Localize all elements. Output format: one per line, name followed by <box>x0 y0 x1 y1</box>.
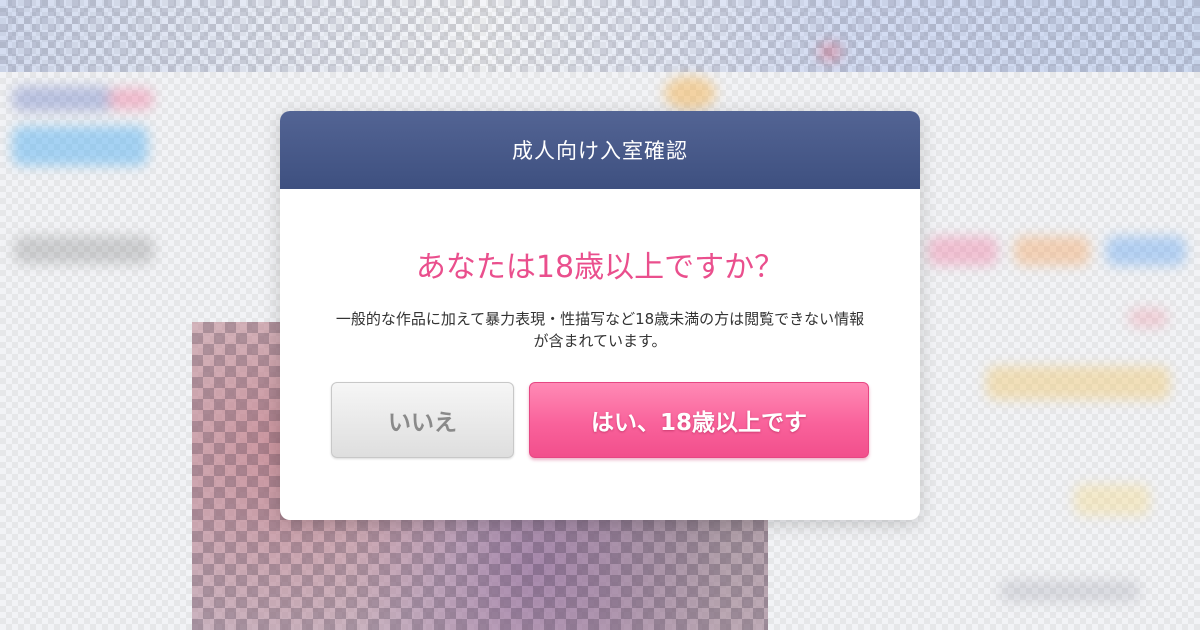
blurred-badge <box>108 88 154 110</box>
age-verification-dialog: 成人向け入室確認 あなたは18歳以上ですか？ 一般的な作品に加えて暴力表現・性描… <box>280 111 920 520</box>
blurred-orange-spot <box>664 76 716 110</box>
content-warning-text: 一般的な作品に加えて暴力表現・性描写など18歳未満の方は閲覧できない情報が含まれ… <box>335 310 865 350</box>
blurred-small-pink <box>1128 308 1168 328</box>
dialog-title: 成人向け入室確認 <box>512 139 688 163</box>
blurred-button-block <box>12 126 148 166</box>
blurred-footer-text <box>1000 580 1140 602</box>
blurred-yellow-spot <box>1074 484 1150 516</box>
blurred-red-spot <box>818 42 842 62</box>
blurred-nav-text <box>14 236 154 264</box>
blurred-orange-tag <box>1014 236 1090 266</box>
blurred-header-bar <box>0 0 1200 72</box>
blurred-yellow-bar <box>986 366 1170 400</box>
age-question: あなたは18歳以上ですか？ <box>415 250 785 285</box>
dialog-body: あなたは18歳以上ですか？ 一般的な作品に加えて暴力表現・性描写など18歳未満の… <box>280 250 920 352</box>
blurred-blue-tag <box>1106 236 1186 266</box>
dialog-button-group: いいえ はい、18歳以上です <box>331 382 869 460</box>
no-button[interactable]: いいえ <box>331 382 514 458</box>
yes-button-label: はい、18歳以上です <box>590 410 807 436</box>
yes-over-18-button[interactable]: はい、18歳以上です <box>529 382 869 458</box>
blurred-pink-tag <box>928 236 998 266</box>
blurred-logo-block <box>12 86 112 112</box>
no-button-label: いいえ <box>388 410 457 436</box>
dialog-header: 成人向け入室確認 <box>280 111 920 189</box>
